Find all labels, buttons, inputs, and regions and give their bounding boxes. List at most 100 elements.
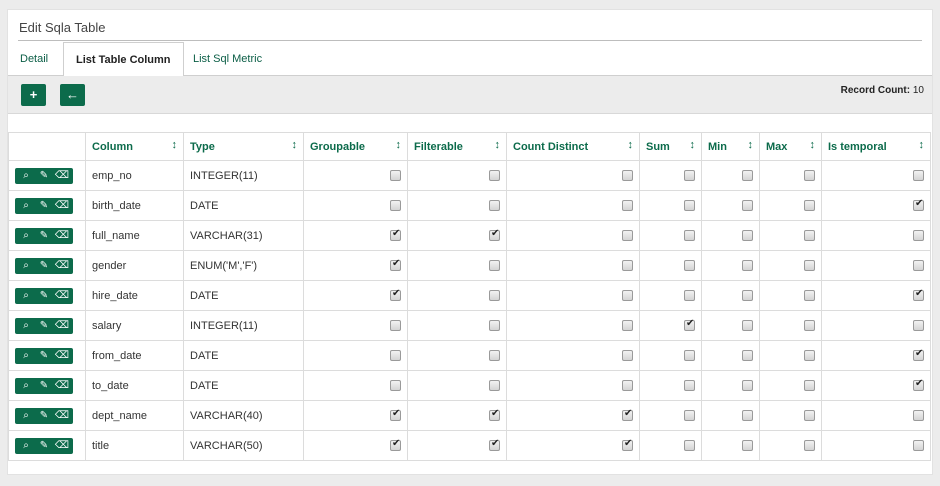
- sort-icon[interactable]: ↕: [919, 139, 925, 151]
- edit-icon[interactable]: ✎: [35, 168, 53, 184]
- sum-checkbox[interactable]: [684, 290, 695, 302]
- is-temporal-checkbox[interactable]: [913, 440, 924, 452]
- header-is-temporal[interactable]: Is temporal ↕: [821, 132, 931, 161]
- min-checkbox[interactable]: [742, 350, 753, 362]
- tab-detail[interactable]: Detail: [8, 42, 60, 76]
- delete-icon[interactable]: ⌫: [53, 198, 71, 214]
- sum-checkbox[interactable]: [684, 410, 695, 422]
- filterable-checkbox[interactable]: [489, 408, 500, 422]
- tab-list-sql-metric[interactable]: List Sql Metric: [181, 42, 274, 76]
- sort-icon[interactable]: ↕: [495, 139, 501, 151]
- min-checkbox[interactable]: [742, 440, 753, 452]
- groupable-checkbox[interactable]: [390, 408, 401, 422]
- tab-list-table-column[interactable]: List Table Column: [63, 42, 184, 77]
- count-distinct-checkbox[interactable]: [622, 170, 633, 182]
- edit-icon[interactable]: ✎: [35, 288, 53, 304]
- count-distinct-checkbox[interactable]: [622, 290, 633, 302]
- delete-icon[interactable]: ⌫: [53, 408, 71, 424]
- view-icon[interactable]: ⌕: [17, 198, 35, 214]
- header-groupable[interactable]: Groupable ↕: [303, 132, 408, 161]
- max-checkbox[interactable]: [804, 380, 815, 392]
- groupable-checkbox[interactable]: [390, 258, 401, 272]
- is-temporal-checkbox[interactable]: [913, 170, 924, 182]
- sum-checkbox[interactable]: [684, 350, 695, 362]
- header-min[interactable]: Min ↕: [701, 132, 760, 161]
- groupable-checkbox[interactable]: [390, 228, 401, 242]
- view-icon[interactable]: ⌕: [17, 228, 35, 244]
- view-icon[interactable]: ⌕: [17, 408, 35, 424]
- count-distinct-checkbox[interactable]: [622, 350, 633, 362]
- max-checkbox[interactable]: [804, 350, 815, 362]
- max-checkbox[interactable]: [804, 170, 815, 182]
- is-temporal-checkbox[interactable]: [913, 288, 924, 302]
- sum-checkbox[interactable]: [684, 440, 695, 452]
- back-button[interactable]: ←: [60, 84, 85, 106]
- delete-icon[interactable]: ⌫: [53, 288, 71, 304]
- max-checkbox[interactable]: [804, 320, 815, 332]
- delete-icon[interactable]: ⌫: [53, 228, 71, 244]
- filterable-checkbox[interactable]: [489, 228, 500, 242]
- is-temporal-checkbox[interactable]: [913, 260, 924, 272]
- sum-checkbox[interactable]: [684, 260, 695, 272]
- sort-icon[interactable]: ↕: [748, 139, 754, 151]
- view-icon[interactable]: ⌕: [17, 348, 35, 364]
- header-column[interactable]: Column ↕: [85, 132, 184, 161]
- view-icon[interactable]: ⌕: [17, 378, 35, 394]
- sort-icon[interactable]: ↕: [810, 139, 816, 151]
- count-distinct-checkbox[interactable]: [622, 380, 633, 392]
- view-icon[interactable]: ⌕: [17, 288, 35, 304]
- min-checkbox[interactable]: [742, 320, 753, 332]
- count-distinct-checkbox[interactable]: [622, 320, 633, 332]
- sort-icon[interactable]: ↕: [690, 139, 696, 151]
- count-distinct-checkbox[interactable]: [622, 408, 633, 422]
- filterable-checkbox[interactable]: [489, 290, 500, 302]
- groupable-checkbox[interactable]: [390, 320, 401, 332]
- sort-icon[interactable]: ↕: [396, 139, 402, 151]
- delete-icon[interactable]: ⌫: [53, 378, 71, 394]
- edit-icon[interactable]: ✎: [35, 318, 53, 334]
- groupable-checkbox[interactable]: [390, 170, 401, 182]
- delete-icon[interactable]: ⌫: [53, 258, 71, 274]
- filterable-checkbox[interactable]: [489, 350, 500, 362]
- delete-icon[interactable]: ⌫: [53, 348, 71, 364]
- groupable-checkbox[interactable]: [390, 438, 401, 452]
- min-checkbox[interactable]: [742, 380, 753, 392]
- is-temporal-checkbox[interactable]: [913, 410, 924, 422]
- filterable-checkbox[interactable]: [489, 320, 500, 332]
- delete-icon[interactable]: ⌫: [53, 168, 71, 184]
- groupable-checkbox[interactable]: [390, 350, 401, 362]
- sum-checkbox[interactable]: [684, 230, 695, 242]
- count-distinct-checkbox[interactable]: [622, 438, 633, 452]
- sort-icon[interactable]: ↕: [172, 139, 178, 151]
- min-checkbox[interactable]: [742, 200, 753, 212]
- sort-icon[interactable]: ↕: [628, 139, 634, 151]
- max-checkbox[interactable]: [804, 200, 815, 212]
- count-distinct-checkbox[interactable]: [622, 230, 633, 242]
- edit-icon[interactable]: ✎: [35, 258, 53, 274]
- is-temporal-checkbox[interactable]: [913, 378, 924, 392]
- header-max[interactable]: Max ↕: [759, 132, 822, 161]
- sort-icon[interactable]: ↕: [292, 139, 298, 151]
- max-checkbox[interactable]: [804, 290, 815, 302]
- sum-checkbox[interactable]: [684, 200, 695, 212]
- groupable-checkbox[interactable]: [390, 200, 401, 212]
- is-temporal-checkbox[interactable]: [913, 320, 924, 332]
- edit-icon[interactable]: ✎: [35, 198, 53, 214]
- edit-icon[interactable]: ✎: [35, 408, 53, 424]
- delete-icon[interactable]: ⌫: [53, 318, 71, 334]
- max-checkbox[interactable]: [804, 260, 815, 272]
- max-checkbox[interactable]: [804, 410, 815, 422]
- edit-icon[interactable]: ✎: [35, 228, 53, 244]
- header-filterable[interactable]: Filterable ↕: [407, 132, 507, 161]
- add-button[interactable]: +: [21, 84, 46, 106]
- header-count-distinct[interactable]: Count Distinct ↕: [506, 132, 640, 161]
- min-checkbox[interactable]: [742, 290, 753, 302]
- sum-checkbox[interactable]: [684, 380, 695, 392]
- edit-icon[interactable]: ✎: [35, 348, 53, 364]
- min-checkbox[interactable]: [742, 410, 753, 422]
- min-checkbox[interactable]: [742, 170, 753, 182]
- max-checkbox[interactable]: [804, 230, 815, 242]
- header-sum[interactable]: Sum ↕: [639, 132, 702, 161]
- sum-checkbox[interactable]: [684, 318, 695, 332]
- filterable-checkbox[interactable]: [489, 438, 500, 452]
